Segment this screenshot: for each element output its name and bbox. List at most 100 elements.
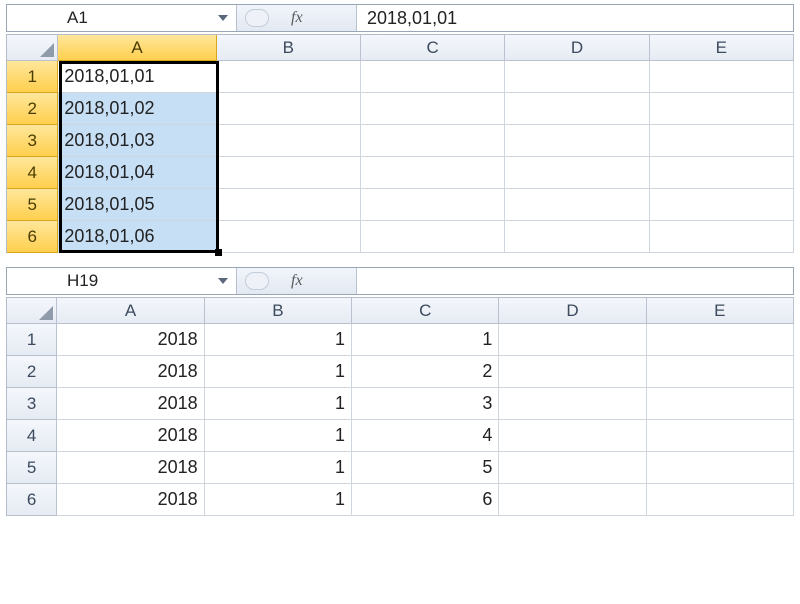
cell-D2[interactable] bbox=[499, 356, 646, 388]
cell-A4[interactable]: 2018 bbox=[57, 420, 204, 452]
row-header[interactable]: 4 bbox=[7, 420, 57, 452]
col-header-C[interactable]: C bbox=[352, 298, 499, 324]
cell-B5[interactable] bbox=[217, 189, 361, 221]
col-header-D[interactable]: D bbox=[505, 35, 649, 61]
cell-C3[interactable] bbox=[361, 125, 505, 157]
col-header-D[interactable]: D bbox=[499, 298, 646, 324]
cell-B6[interactable] bbox=[217, 221, 361, 253]
fx-label[interactable]: fx bbox=[275, 272, 307, 290]
row-header[interactable]: 2 bbox=[7, 356, 57, 388]
cell-A1[interactable]: 2018,01,01 bbox=[58, 61, 216, 93]
cell-C4[interactable] bbox=[361, 157, 505, 189]
cell-C2[interactable] bbox=[361, 93, 505, 125]
grid[interactable]: A B C D E 1 2018 1 1 2 2018 1 2 3 2018 1… bbox=[6, 297, 794, 516]
cell-D2[interactable] bbox=[505, 93, 649, 125]
row-header[interactable]: 3 bbox=[7, 125, 58, 157]
cell-E1[interactable] bbox=[650, 61, 794, 93]
col-header-A[interactable]: A bbox=[57, 298, 204, 324]
cell-A1[interactable]: 2018 bbox=[57, 324, 204, 356]
row-header[interactable]: 3 bbox=[7, 388, 57, 420]
cell-D6[interactable] bbox=[499, 484, 646, 516]
select-all-triangle-icon bbox=[39, 306, 53, 320]
dropdown-arrow-icon[interactable] bbox=[216, 11, 230, 25]
cell-B5[interactable]: 1 bbox=[205, 452, 352, 484]
cell-D3[interactable] bbox=[505, 125, 649, 157]
formula-input[interactable]: 2018,01,01 bbox=[357, 5, 793, 31]
select-all-corner[interactable] bbox=[7, 298, 57, 324]
fx-pill-icon[interactable] bbox=[245, 9, 269, 27]
name-box-value: H19 bbox=[17, 271, 216, 291]
cell-B2[interactable] bbox=[217, 93, 361, 125]
cell-B1[interactable]: 1 bbox=[205, 324, 352, 356]
row-header[interactable]: 5 bbox=[7, 189, 58, 221]
cell-B4[interactable]: 1 bbox=[205, 420, 352, 452]
name-box[interactable]: H19 bbox=[7, 268, 237, 294]
row-header[interactable]: 6 bbox=[7, 221, 58, 253]
cell-B3[interactable]: 1 bbox=[205, 388, 352, 420]
col-header-B[interactable]: B bbox=[217, 35, 361, 61]
cell-E3[interactable] bbox=[647, 388, 794, 420]
name-box[interactable]: A1 bbox=[7, 5, 237, 31]
cell-A6[interactable]: 2018 bbox=[57, 484, 204, 516]
cell-D4[interactable] bbox=[505, 157, 649, 189]
cell-D6[interactable] bbox=[505, 221, 649, 253]
cell-A2[interactable]: 2018,01,02 bbox=[58, 93, 216, 125]
col-header-A[interactable]: A bbox=[58, 35, 216, 61]
col-header-E[interactable]: E bbox=[650, 35, 794, 61]
row-header[interactable]: 1 bbox=[7, 324, 57, 356]
formula-input[interactable] bbox=[357, 268, 793, 294]
cell-C1[interactable] bbox=[361, 61, 505, 93]
cell-D1[interactable] bbox=[499, 324, 646, 356]
cell-E4[interactable] bbox=[650, 157, 794, 189]
cell-B3[interactable] bbox=[217, 125, 361, 157]
grid[interactable]: A B C D E 1 2018,01,01 2 2018,01,02 3 20… bbox=[6, 34, 794, 253]
fx-label[interactable]: fx bbox=[275, 9, 307, 27]
cell-A2[interactable]: 2018 bbox=[57, 356, 204, 388]
row-header[interactable]: 4 bbox=[7, 157, 58, 189]
row-header[interactable]: 6 bbox=[7, 484, 57, 516]
cell-E5[interactable] bbox=[650, 189, 794, 221]
cell-D5[interactable] bbox=[505, 189, 649, 221]
cell-A6[interactable]: 2018,01,06 bbox=[58, 221, 216, 253]
cell-E2[interactable] bbox=[650, 93, 794, 125]
col-header-B[interactable]: B bbox=[205, 298, 352, 324]
cell-C4[interactable]: 4 bbox=[352, 420, 499, 452]
top-spreadsheet: A1 fx 2018,01,01 A B C D E 1 2018,01,01 bbox=[0, 4, 800, 253]
cell-E3[interactable] bbox=[650, 125, 794, 157]
cell-D1[interactable] bbox=[505, 61, 649, 93]
select-all-corner[interactable] bbox=[7, 35, 58, 61]
cell-D4[interactable] bbox=[499, 420, 646, 452]
row-header[interactable]: 1 bbox=[7, 61, 58, 93]
col-header-E[interactable]: E bbox=[647, 298, 794, 324]
cell-B1[interactable] bbox=[217, 61, 361, 93]
cell-C5[interactable] bbox=[361, 189, 505, 221]
cell-E5[interactable] bbox=[647, 452, 794, 484]
table-row: 1 2018,01,01 bbox=[7, 61, 794, 93]
cell-C6[interactable]: 6 bbox=[352, 484, 499, 516]
cell-E4[interactable] bbox=[647, 420, 794, 452]
dropdown-arrow-icon[interactable] bbox=[216, 274, 230, 288]
cell-E2[interactable] bbox=[647, 356, 794, 388]
cell-A4[interactable]: 2018,01,04 bbox=[58, 157, 216, 189]
cell-B2[interactable]: 1 bbox=[205, 356, 352, 388]
cell-D5[interactable] bbox=[499, 452, 646, 484]
cell-A5[interactable]: 2018 bbox=[57, 452, 204, 484]
cell-C5[interactable]: 5 bbox=[352, 452, 499, 484]
row-header[interactable]: 2 bbox=[7, 93, 58, 125]
cell-C3[interactable]: 3 bbox=[352, 388, 499, 420]
cell-A3[interactable]: 2018 bbox=[57, 388, 204, 420]
cell-A3[interactable]: 2018,01,03 bbox=[58, 125, 216, 157]
cell-C2[interactable]: 2 bbox=[352, 356, 499, 388]
cell-B4[interactable] bbox=[217, 157, 361, 189]
cell-A5[interactable]: 2018,01,05 bbox=[58, 189, 216, 221]
col-header-C[interactable]: C bbox=[361, 35, 505, 61]
cell-B6[interactable]: 1 bbox=[205, 484, 352, 516]
cell-C6[interactable] bbox=[361, 221, 505, 253]
cell-D3[interactable] bbox=[499, 388, 646, 420]
cell-E1[interactable] bbox=[647, 324, 794, 356]
fx-pill-icon[interactable] bbox=[245, 272, 269, 290]
cell-C1[interactable]: 1 bbox=[352, 324, 499, 356]
row-header[interactable]: 5 bbox=[7, 452, 57, 484]
cell-E6[interactable] bbox=[647, 484, 794, 516]
cell-E6[interactable] bbox=[650, 221, 794, 253]
